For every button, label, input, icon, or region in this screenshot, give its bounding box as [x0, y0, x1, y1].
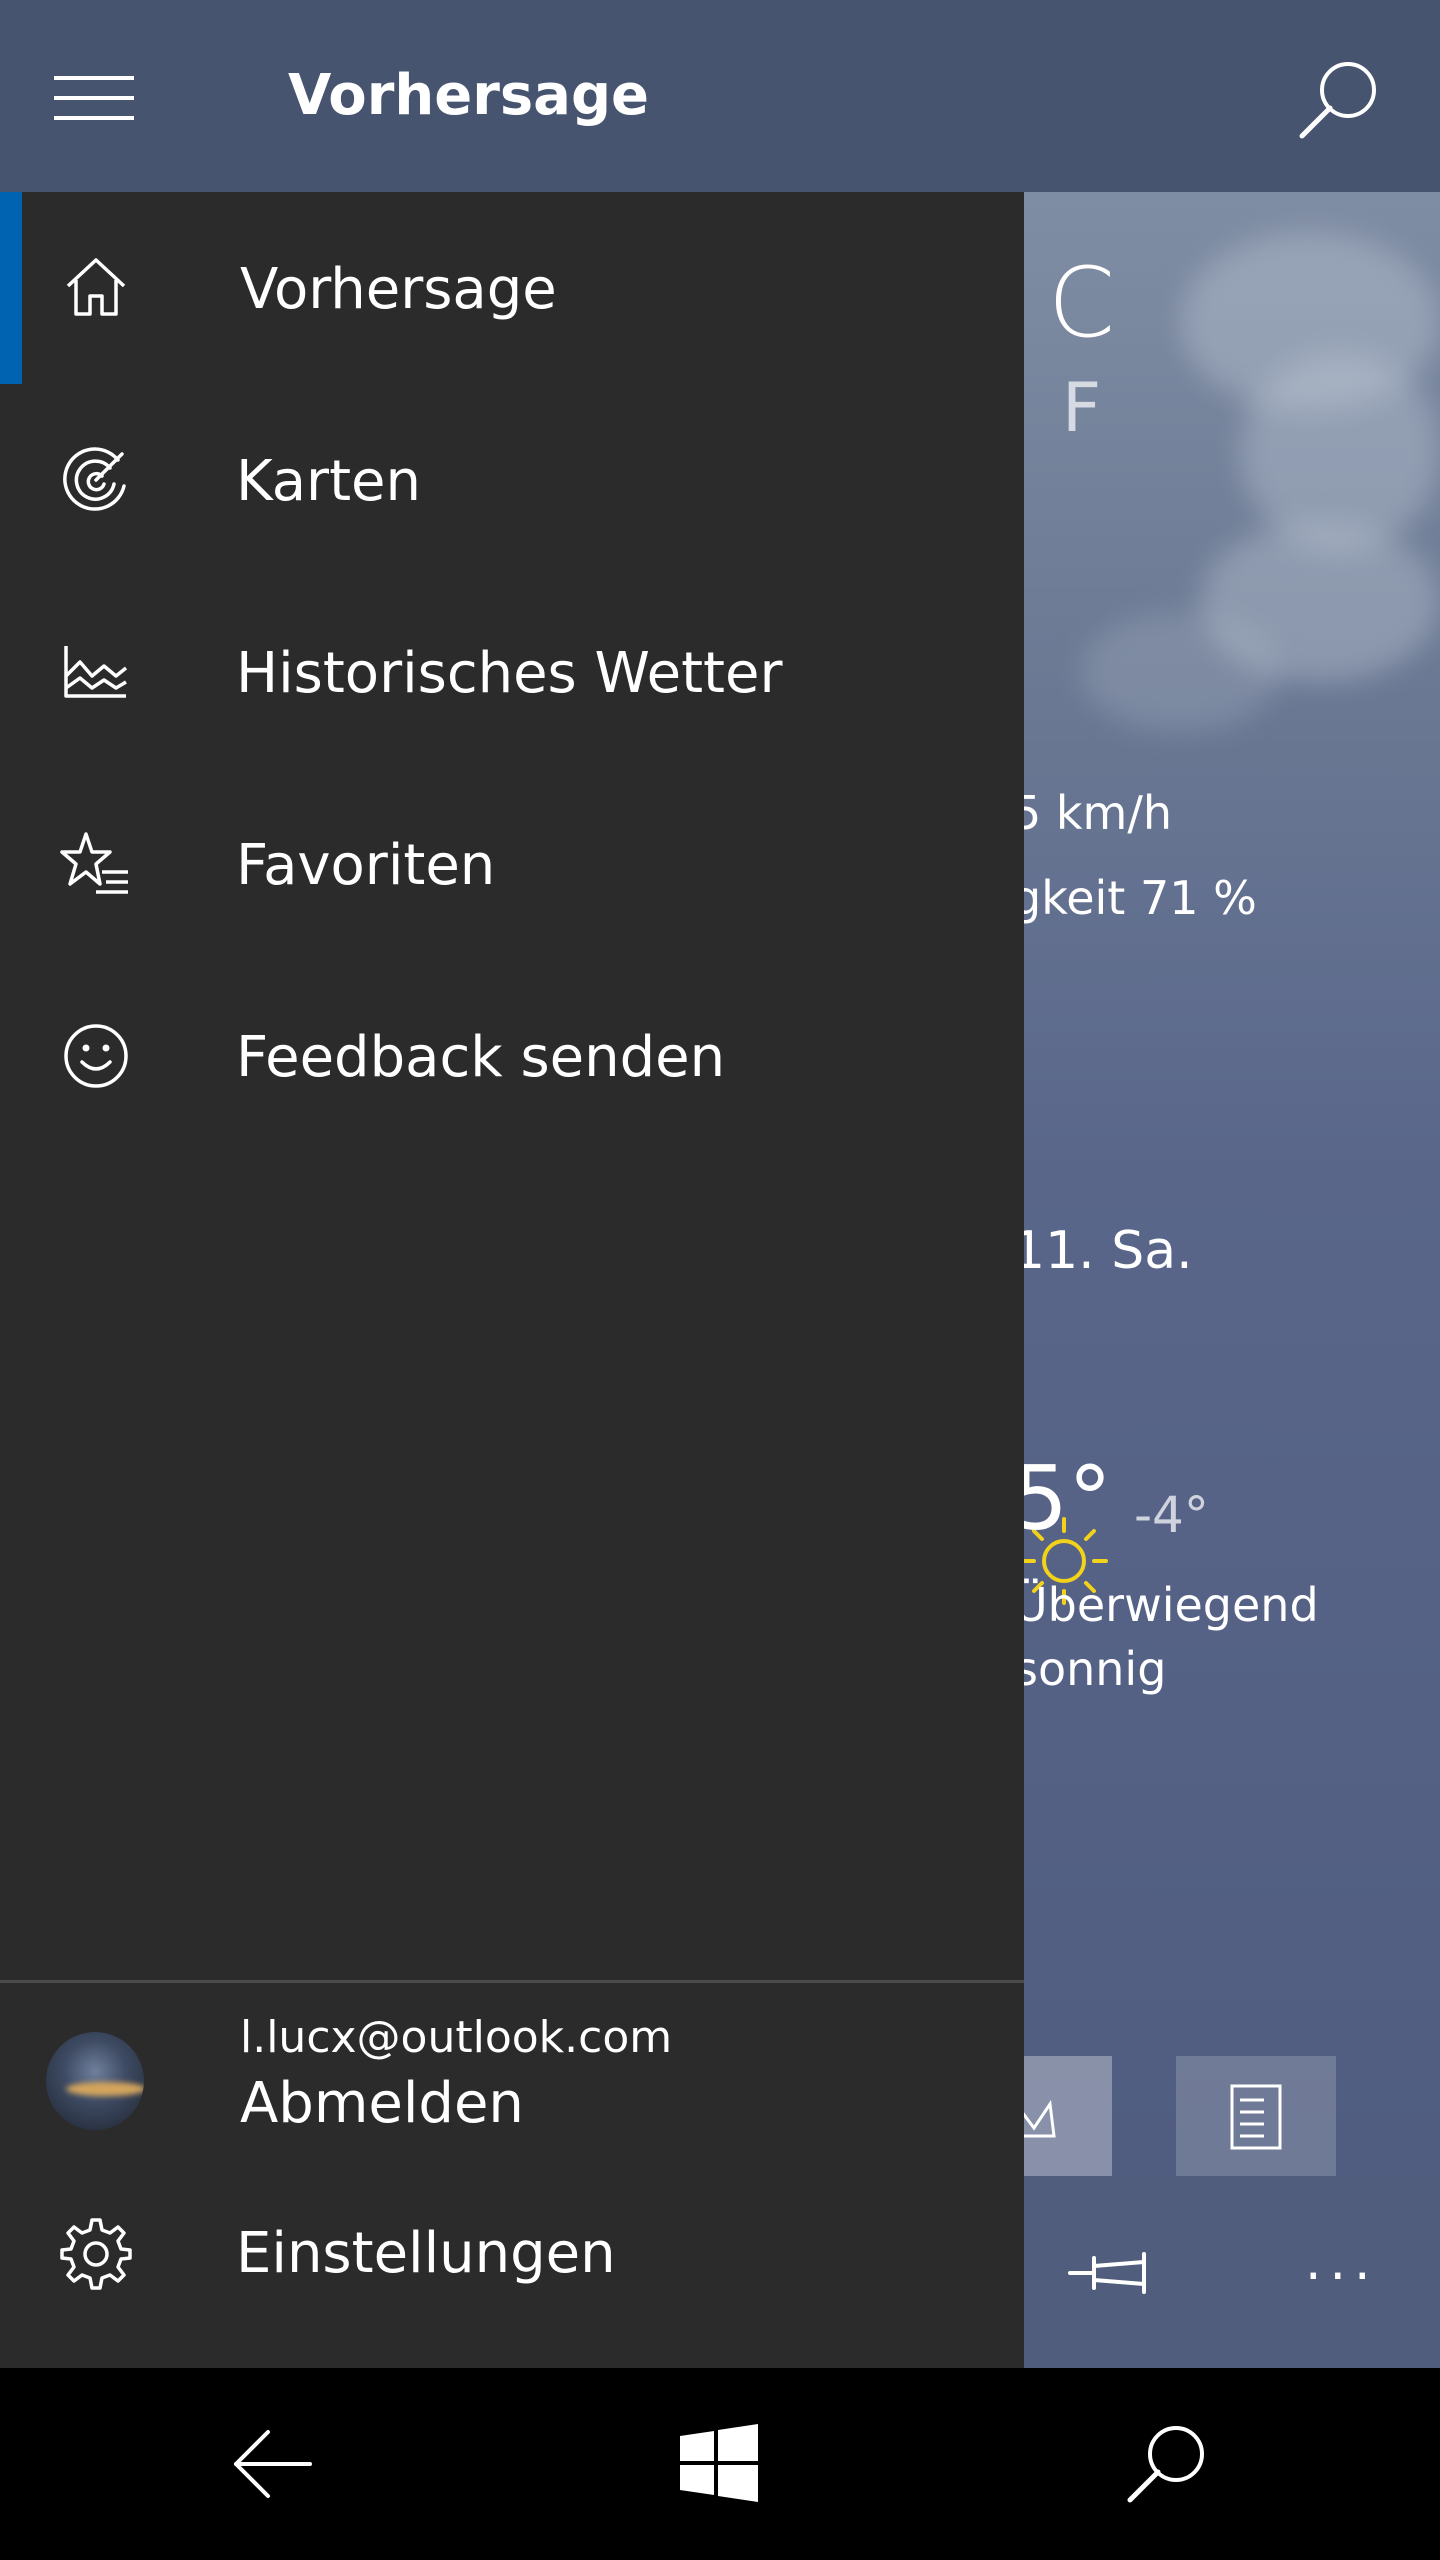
- radar-icon: [56, 440, 136, 520]
- low-temperature: -4°: [1134, 1486, 1209, 1544]
- nav-item-karten[interactable]: Karten: [0, 384, 1024, 576]
- sign-out-link[interactable]: Abmelden: [240, 2072, 524, 2136]
- system-navigation-bar: [0, 2368, 1440, 2560]
- search-icon[interactable]: [1290, 50, 1390, 150]
- navigation-drawer: Vorhersage Karten Historisches Wetter Fa…: [0, 192, 1024, 2368]
- app-header: Vorhersage: [0, 0, 1440, 192]
- account-section[interactable]: l.lucx@outlook.com Abmelden: [0, 1992, 1024, 2182]
- page-title: Vorhersage: [288, 63, 650, 128]
- account-email: l.lucx@outlook.com: [240, 2012, 673, 2063]
- document-list-icon: [1230, 2084, 1282, 2150]
- day-label: 11. Sa.: [1012, 1221, 1193, 1281]
- nav-item-feedback-senden[interactable]: Feedback senden: [0, 960, 1024, 1152]
- details-view-button[interactable]: [1176, 2056, 1336, 2176]
- nav-label: Feedback senden: [236, 1025, 726, 1090]
- avatar: [46, 2032, 144, 2130]
- unit-fahrenheit[interactable]: F: [1062, 375, 1101, 443]
- wind-value: 5 km/h: [1012, 786, 1172, 840]
- unit-celsius[interactable]: C: [1048, 255, 1115, 351]
- condition-text: Überwiegend sonnig: [1014, 1578, 1319, 1696]
- more-options-button[interactable]: ...: [1305, 2236, 1379, 2288]
- nav-label: Karten: [236, 449, 421, 514]
- back-arrow-icon[interactable]: [222, 2414, 322, 2514]
- nav-item-favoriten[interactable]: Favoriten: [0, 768, 1024, 960]
- smiley-icon: [56, 1016, 136, 1096]
- history-chart-icon: [56, 632, 136, 712]
- home-icon: [56, 248, 136, 328]
- nav-label: Vorhersage: [240, 257, 557, 322]
- nav-label: Favoriten: [236, 833, 496, 898]
- nav-item-historisches-wetter[interactable]: Historisches Wetter: [0, 576, 1024, 768]
- search-icon[interactable]: [1118, 2414, 1218, 2514]
- humidity-value: gkeit 71 %: [1012, 871, 1257, 925]
- nav-item-einstellungen[interactable]: Einstellungen: [0, 2176, 1024, 2368]
- favorites-star-list-icon: [56, 824, 136, 904]
- gear-icon: [56, 2212, 136, 2292]
- nav-item-vorhersage[interactable]: Vorhersage: [0, 192, 1024, 384]
- selected-indicator: [0, 192, 22, 384]
- hamburger-menu-icon[interactable]: [40, 58, 150, 138]
- nav-label: Historisches Wetter: [236, 641, 783, 706]
- nav-label: Einstellungen: [236, 2221, 616, 2286]
- windows-logo-icon[interactable]: [670, 2414, 770, 2514]
- high-temperature: 5°: [1012, 1447, 1112, 1550]
- divider: [0, 1980, 1024, 1983]
- pin-icon[interactable]: [1066, 2238, 1166, 2308]
